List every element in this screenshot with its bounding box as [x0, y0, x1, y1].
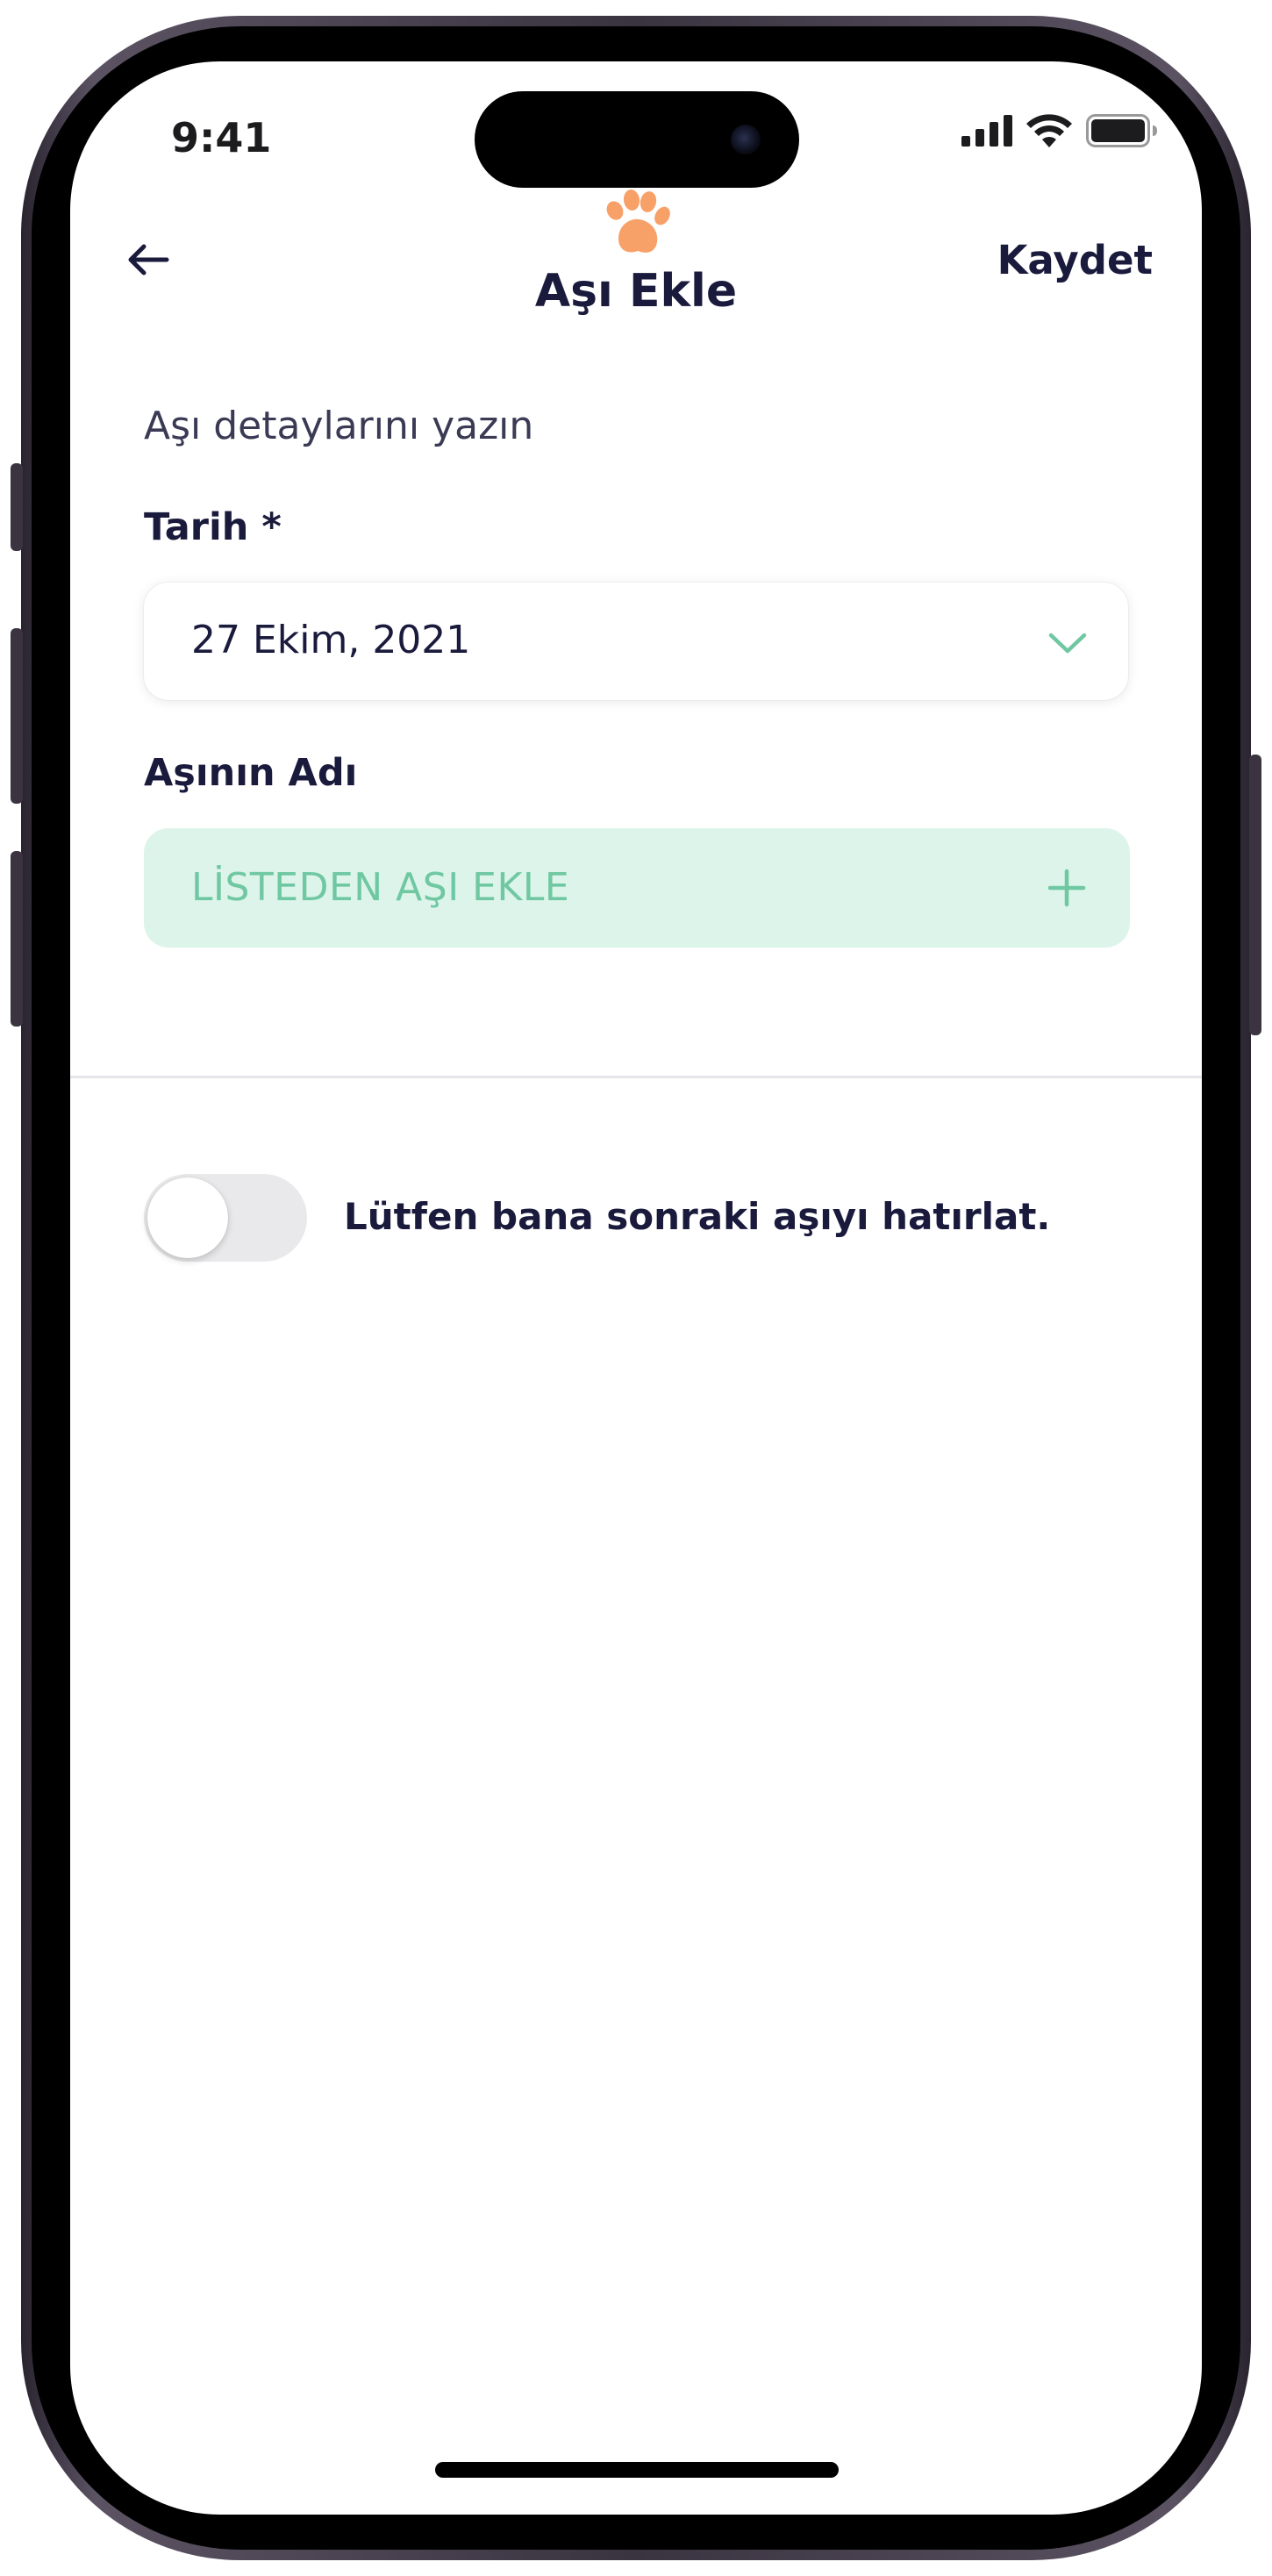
- chevron-down-icon: [1048, 633, 1087, 654]
- add-vaccine-from-list-button[interactable]: LİSTEDEN AŞI EKLE: [144, 828, 1130, 948]
- reminder-label: Lütfen bana sonraki aşıyı hatırlat.: [344, 1195, 1051, 1238]
- camera-icon: [731, 125, 761, 154]
- reminder-toggle[interactable]: [144, 1174, 307, 1262]
- status-time: 9:41: [171, 114, 272, 161]
- dynamic-island: [475, 91, 799, 188]
- home-indicator[interactable]: [435, 2462, 839, 2478]
- volume-down-button: [11, 851, 23, 1027]
- form-subtitle: Aşı detaylarını yazın: [144, 404, 534, 448]
- signal-icon: [961, 115, 1012, 147]
- wifi-icon: [1026, 114, 1072, 147]
- add-vaccine-label: LİSTEDEN AŞI EKLE: [191, 865, 570, 910]
- date-select[interactable]: 27 Ekim, 2021: [144, 583, 1128, 700]
- date-label: Tarih *: [144, 505, 282, 549]
- save-button[interactable]: Kaydet: [997, 237, 1153, 283]
- vaccine-name-label: Aşının Adı: [144, 751, 358, 795]
- battery-icon: [1086, 114, 1157, 147]
- phone-screen: 9:41 Aşı Ekle Kaydet Aşı detaylarını yaz…: [70, 61, 1202, 2515]
- paw-icon: [606, 190, 670, 253]
- plus-icon: [1047, 869, 1086, 907]
- power-button: [1249, 755, 1261, 1035]
- status-icons: [961, 114, 1158, 147]
- section-divider: [70, 1076, 1202, 1078]
- action-button: [11, 463, 23, 551]
- toggle-knob: [147, 1177, 228, 1258]
- date-value: 27 Ekim, 2021: [191, 618, 471, 662]
- volume-up-button: [11, 628, 23, 804]
